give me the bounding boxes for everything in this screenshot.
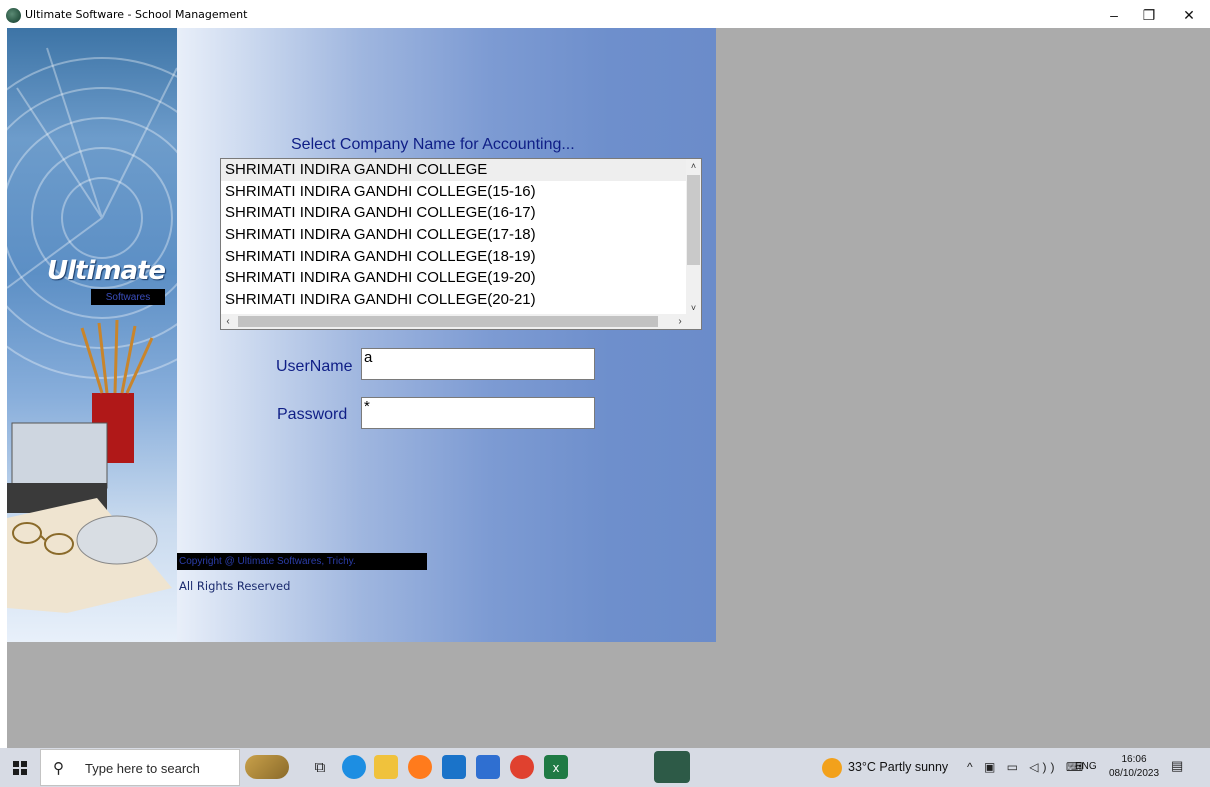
company-listbox[interactable]: SHRIMATI INDIRA GANDHI COLLEGE SHRIMATI … [220, 158, 702, 330]
nautilus-desk-illustration [7, 47, 177, 613]
logo-subtitle: Softwares [91, 289, 165, 305]
close-button[interactable]: ✕ [1172, 4, 1206, 26]
client-area: Ultimate Softwares Select Company Name f… [7, 28, 1210, 748]
maximize-button[interactable]: ❐ [1132, 4, 1166, 26]
password-label: Password [277, 406, 348, 423]
notification-icon[interactable]: ▤ [1171, 758, 1189, 776]
lion-widget-icon[interactable] [245, 755, 289, 779]
excel-icon[interactable]: x [544, 755, 568, 779]
company-select-label: Select Company Name for Accounting... [291, 136, 575, 153]
horizontal-scroll-thumb[interactable] [238, 316, 658, 327]
search-icon: ⚲ [53, 760, 64, 777]
logo-text: Ultimate [47, 256, 166, 286]
copyright-text: Copyright @ Ultimate Softwares, Trichy. [177, 553, 427, 570]
login-panel: Ultimate Softwares Select Company Name f… [7, 28, 716, 642]
edge-icon[interactable] [342, 755, 366, 779]
company-list: SHRIMATI INDIRA GANDHI COLLEGE SHRIMATI … [221, 159, 687, 315]
clock-date: 08/10/2023 [1108, 768, 1160, 779]
clock-time: 16:06 [1121, 754, 1147, 765]
weather-text[interactable]: 33°C Partly sunny [848, 760, 948, 774]
language-indicator[interactable]: ENG [1075, 761, 1097, 772]
username-label: UserName [276, 358, 353, 375]
username-input[interactable]: a [361, 348, 595, 380]
search-placeholder: Type here to search [85, 761, 200, 776]
scroll-down-icon[interactable]: ˅ [686, 301, 701, 315]
scrollbar-corner [686, 314, 701, 329]
window-title: Ultimate Software - School Management [25, 8, 248, 21]
start-button[interactable] [0, 748, 40, 787]
scroll-up-icon[interactable]: ˄ [686, 159, 701, 173]
password-input[interactable]: * [361, 397, 595, 429]
chrome-icon[interactable] [510, 755, 534, 779]
company-list-item[interactable]: SHRIMATI INDIRA GANDHI COLLEGE(20-21) [221, 289, 687, 311]
company-list-item[interactable]: SHRIMATI INDIRA GANDHI COLLEGE(19-20) [221, 267, 687, 289]
store-icon[interactable] [476, 755, 500, 779]
system-tray[interactable]: ^ ▣ ▭ ◁)) ⌨ [967, 760, 1087, 774]
company-list-item[interactable]: SHRIMATI INDIRA GANDHI COLLEGE(17-18) [221, 224, 687, 246]
scroll-right-icon[interactable]: › [673, 314, 687, 329]
windows-icon [13, 760, 27, 775]
scroll-left-icon[interactable]: ‹ [221, 314, 235, 329]
clock[interactable]: 16:06 08/10/2023 [1106, 753, 1162, 781]
file-explorer-icon[interactable] [374, 755, 398, 779]
company-list-item[interactable]: SHRIMATI INDIRA GANDHI COLLEGE [221, 159, 687, 181]
taskbar-search[interactable]: ⚲ Type here to search [40, 749, 240, 786]
title-bar: Ultimate Software - School Management – … [0, 0, 1210, 30]
decorative-artwork [7, 28, 177, 642]
taskbar: ⚲ Type here to search ⧉ x 33°C Partly su… [0, 748, 1210, 787]
mail-icon[interactable] [442, 755, 466, 779]
horizontal-scrollbar[interactable]: ‹ › [221, 314, 687, 329]
window-edge [0, 28, 7, 748]
app-icon [6, 8, 21, 23]
firefox-icon[interactable] [408, 755, 432, 779]
rights-text: All Rights Reserved [179, 579, 291, 593]
company-list-item[interactable]: SHRIMATI INDIRA GANDHI COLLEGE(16-17) [221, 202, 687, 224]
minimize-button[interactable]: – [1097, 4, 1131, 26]
task-view-icon[interactable]: ⧉ [308, 755, 332, 779]
company-list-item[interactable]: SHRIMATI INDIRA GANDHI COLLEGE(15-16) [221, 181, 687, 203]
company-list-item[interactable]: SHRIMATI INDIRA GANDHI COLLEGE(18-19) [221, 246, 687, 268]
vertical-scrollbar[interactable]: ˄ ˅ [686, 159, 701, 315]
weather-icon[interactable] [822, 758, 842, 778]
ultimate-app-icon[interactable] [654, 751, 690, 783]
vertical-scroll-thumb[interactable] [687, 175, 700, 265]
